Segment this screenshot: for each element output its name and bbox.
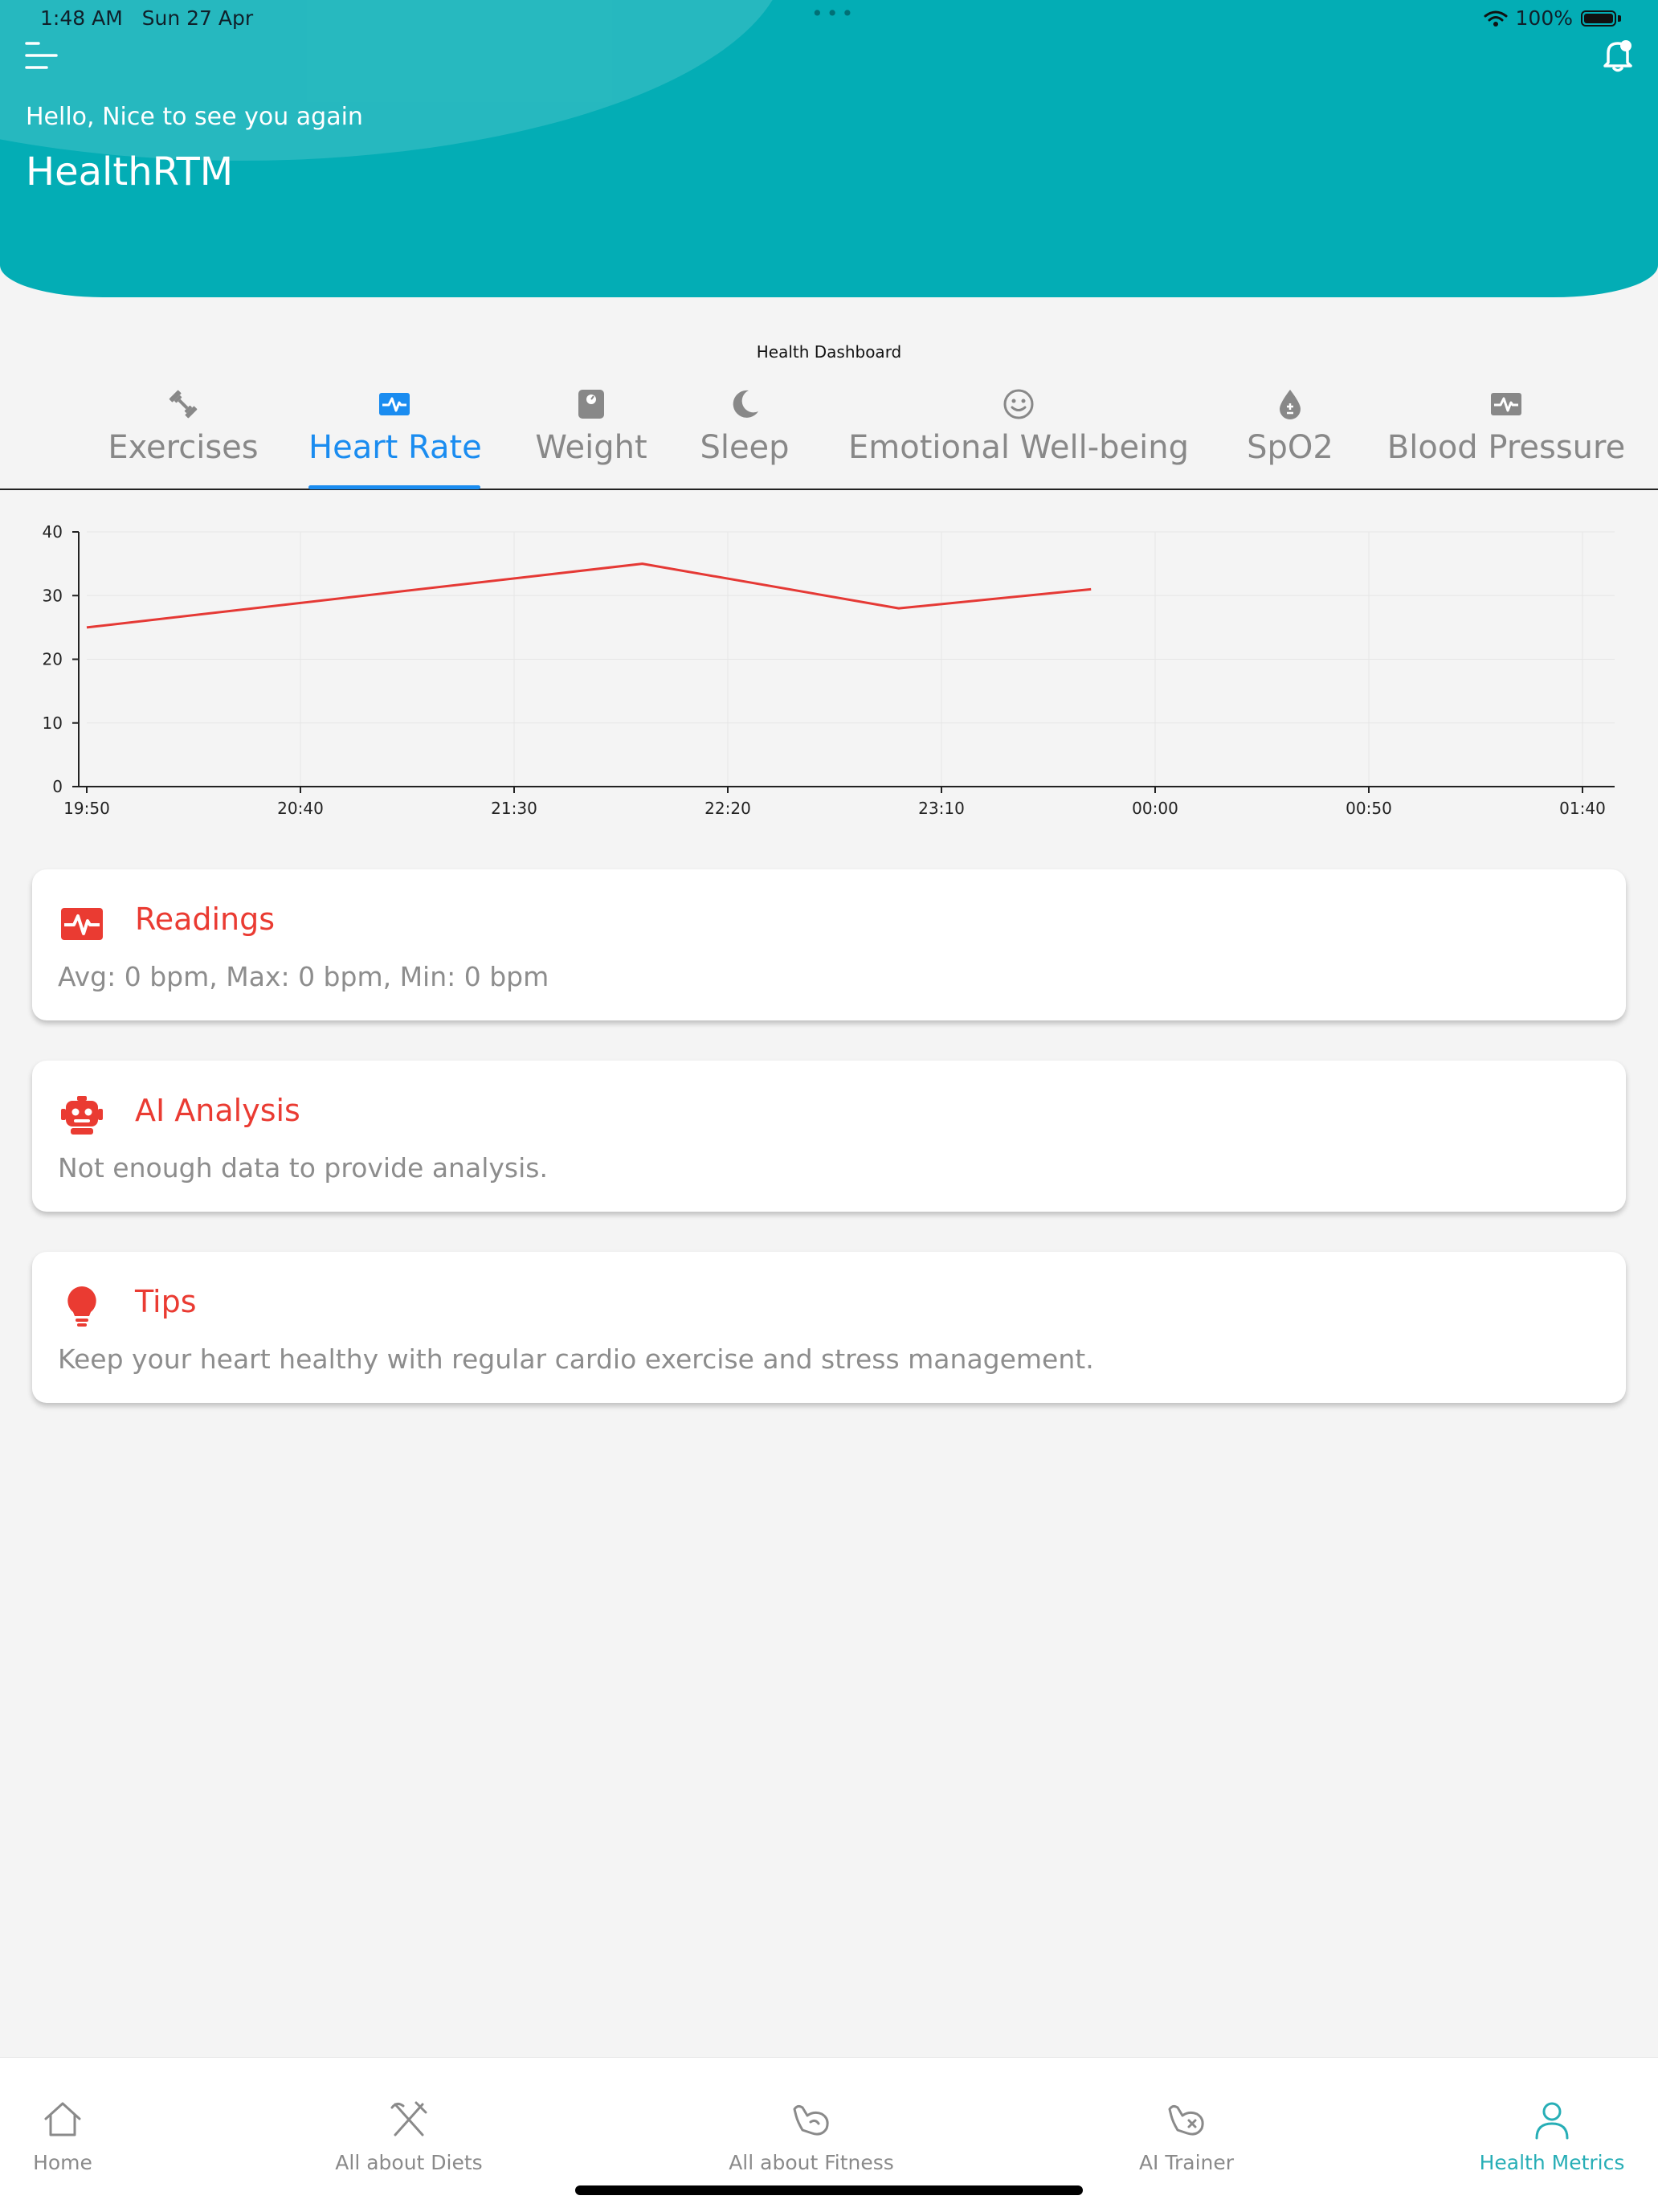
- y-tick-label: 10: [43, 713, 63, 733]
- menu-icon[interactable]: [24, 40, 63, 74]
- tab-label: Emotional Well-being: [840, 429, 1197, 466]
- y-tick-label: 40: [43, 522, 63, 542]
- tab-blood-pressure[interactable]: Blood Pressure: [1383, 368, 1629, 489]
- ai-analysis-title: AI Analysis: [135, 1093, 300, 1128]
- nav-label: AI Trainer: [1128, 2151, 1245, 2174]
- home-indicator: [575, 2185, 1083, 2195]
- person-icon: [1530, 2098, 1574, 2141]
- x-tick-label: 00:50: [1346, 799, 1392, 818]
- tab-exercises[interactable]: Exercises: [103, 368, 263, 489]
- lightbulb-icon: [59, 1284, 104, 1329]
- readings-text: Avg: 0 bpm, Max: 0 bpm, Min: 0 bpm: [58, 961, 549, 992]
- heart-monitor-icon: [59, 902, 104, 947]
- wifi-icon: [1484, 10, 1508, 27]
- utensils-icon: [387, 2098, 431, 2141]
- y-tick-label: 0: [52, 777, 63, 796]
- heart-monitor-icon: [378, 387, 411, 421]
- x-tick-label: 23:10: [918, 799, 965, 818]
- moon-icon: [728, 387, 762, 421]
- tips-text: Keep your heart healthy with regular car…: [58, 1343, 1094, 1375]
- x-tick-label: 00:00: [1132, 799, 1178, 818]
- tab-label: Blood Pressure: [1383, 429, 1629, 466]
- chart-ticks: 0 10 20 30 40 19:50 20:40 21:30 22:20 23:10 00:00 0…: [43, 522, 1606, 818]
- battery-percent: 100%: [1516, 6, 1573, 30]
- tab-label: Exercises: [103, 429, 263, 466]
- monitor-pulse-icon: [1489, 387, 1523, 421]
- tab-sleep[interactable]: Sleep: [697, 368, 792, 489]
- nav-all-about-fitness[interactable]: All about Fitness: [713, 2058, 909, 2178]
- trainer-arm-icon: [1165, 2098, 1208, 2141]
- greeting-text: Hello, Nice to see you again: [26, 103, 363, 131]
- nav-label: Home: [16, 2151, 109, 2174]
- nav-all-about-diets[interactable]: All about Diets: [318, 2058, 500, 2178]
- dashboard-title: Health Dashboard: [0, 342, 1658, 362]
- nav-label: All about Fitness: [713, 2151, 909, 2174]
- scale-icon: [574, 387, 608, 421]
- nav-home[interactable]: Home: [16, 2058, 109, 2178]
- battery-icon: [1581, 10, 1616, 27]
- y-tick-label: 20: [43, 650, 63, 669]
- app-title: HealthRTM: [26, 149, 233, 194]
- nav-health-metrics[interactable]: Health Metrics: [1470, 2058, 1634, 2178]
- status-time: 1:48 AM Sun 27 Apr: [40, 6, 253, 30]
- tab-label: SpO2: [1245, 429, 1335, 466]
- metric-tabs: Exercises Heart Rate Weight Sleep Emotio…: [0, 368, 1658, 490]
- readings-title: Readings: [135, 902, 275, 937]
- x-tick-label: 01:40: [1559, 799, 1606, 818]
- flexed-arm-icon: [790, 2098, 833, 2141]
- tab-heart-rate[interactable]: Heart Rate: [308, 368, 480, 489]
- x-tick-label: 21:30: [491, 799, 537, 818]
- nav-ai-trainer[interactable]: AI Trainer: [1128, 2058, 1245, 2178]
- chart-grid: [87, 532, 1615, 787]
- tips-title: Tips: [135, 1284, 197, 1319]
- blood-drop-icon: [1273, 387, 1307, 421]
- tips-card: Tips Keep your heart healthy with regula…: [32, 1252, 1626, 1403]
- multitask-dots[interactable]: •••: [811, 2, 856, 25]
- heart-rate-chart: 0 10 20 30 40 19:50 20:40 21:30 22:20 23:10 00:00 0…: [0, 514, 1658, 836]
- readings-card: Readings Avg: 0 bpm, Max: 0 bpm, Min: 0 …: [32, 869, 1626, 1020]
- ai-analysis-text: Not enough data to provide analysis.: [58, 1152, 548, 1184]
- tab-label: Weight: [527, 429, 655, 466]
- tab-spo2[interactable]: SpO2: [1245, 368, 1335, 489]
- smiley-icon: [1002, 387, 1035, 421]
- tab-label: Sleep: [697, 429, 792, 466]
- ai-analysis-card: AI Analysis Not enough data to provide a…: [32, 1061, 1626, 1212]
- robot-icon: [59, 1093, 104, 1138]
- x-tick-label: 22:20: [704, 799, 751, 818]
- x-tick-label: 19:50: [63, 799, 110, 818]
- dumbbell-icon: [166, 387, 200, 421]
- app-header: 1:48 AM Sun 27 Apr ••• 100% Hello, Nice …: [0, 0, 1658, 297]
- x-tick-label: 20:40: [277, 799, 324, 818]
- tab-emotional-well-being[interactable]: Emotional Well-being: [840, 368, 1197, 489]
- home-icon: [41, 2098, 84, 2141]
- notification-bell-icon[interactable]: [1602, 39, 1634, 72]
- status-right: 100%: [1484, 6, 1621, 30]
- tab-label: Heart Rate: [308, 429, 480, 466]
- y-tick-label: 30: [43, 586, 63, 605]
- tab-weight[interactable]: Weight: [527, 368, 655, 489]
- nav-label: Health Metrics: [1470, 2151, 1634, 2174]
- nav-label: All about Diets: [318, 2151, 500, 2174]
